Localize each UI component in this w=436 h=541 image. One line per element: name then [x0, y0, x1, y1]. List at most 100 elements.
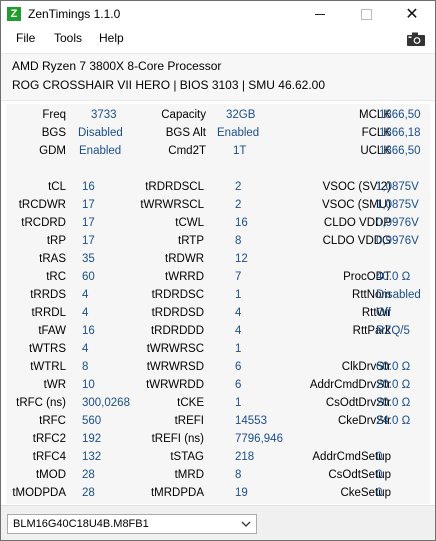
- timing-label: tRFC: [39, 415, 66, 427]
- timing-label: tRFC2: [32, 433, 66, 445]
- bgs-value: Disabled: [78, 127, 123, 139]
- timing-row: tRCDWR 17 tWRWRSCL 2 VSOC (SMU) 1,0875V: [6, 197, 430, 215]
- minimize-icon: [315, 14, 325, 16]
- freq-label: Freq: [42, 109, 66, 121]
- timing-label: ClkDrvStr: [341, 361, 391, 373]
- timing-label: tRRDL: [31, 307, 66, 319]
- timing-label: tRDRDSC: [151, 289, 204, 301]
- fclk-label: FCLK: [361, 127, 391, 139]
- timing-label: tRDRDSD: [151, 307, 204, 319]
- minimize-button[interactable]: [297, 1, 343, 28]
- timing-label: tWRWRSCL: [140, 199, 204, 211]
- timing-label: tCKE: [177, 397, 204, 409]
- timing-label: ProcODT: [343, 271, 391, 283]
- camera-icon: [407, 32, 425, 46]
- timing-label: tCL: [48, 181, 66, 193]
- timing-label: tWRWRSD: [146, 361, 204, 373]
- timing-label: tRFC4: [32, 451, 66, 463]
- window-title: ZenTimings 1.1.0: [28, 7, 121, 21]
- timing-row: tWTRS 4 tWRWRSC 1: [6, 341, 430, 359]
- menu-bar: File Tools Help: [1, 28, 435, 50]
- app-window: Z ZenTimings 1.1.0 ✕ File Tools Help AMD…: [0, 0, 436, 541]
- timing-label: tRDRDDD: [150, 325, 204, 337]
- chevron-down-icon: [241, 516, 251, 535]
- maximize-icon: [360, 9, 372, 21]
- maximize-button[interactable]: [343, 1, 389, 28]
- timing-label: CsOdtDrvStr: [325, 397, 391, 409]
- timing-label: tWTRL: [30, 361, 66, 373]
- info-row: Freq 3733 Capacity 32GB MCLK 1866,50: [6, 107, 430, 125]
- menu-file[interactable]: File: [16, 31, 35, 45]
- timing-row: tRFC (ns) 300,0268 tCKE 1 CsOdtDrvStr 20.0 Ω: [6, 395, 430, 413]
- capacity-label: Capacity: [161, 109, 206, 121]
- system-info-header: AMD Ryzen 7 3800X 8-Core Processor ROG C…: [1, 53, 435, 101]
- timing-value: 24.0 Ω: [376, 415, 411, 427]
- timing-label: tFAW: [38, 325, 66, 337]
- timing-label: tRRDS: [30, 289, 66, 301]
- timing-row: tFAW 16 tRDRDDD 4 RttPark RZQ/5: [6, 323, 430, 341]
- timing-row: tRFC 560 tREFI 14553 CkeDrvStr 24.0 Ω: [6, 413, 430, 431]
- timing-label: tWR: [43, 379, 66, 391]
- uclk-value: 1866,50: [379, 145, 421, 157]
- timing-row: tRRDL 4 tRDRDSD 4 RttWr Off: [6, 305, 430, 323]
- timing-label: AddrCmdDrvStr: [309, 379, 391, 391]
- timing-row: tRP 17 tRTP 8 CLDO VDDG 0,9976V: [6, 233, 430, 251]
- timing-label: tRAS: [39, 253, 66, 265]
- timing-value: 1,0875V: [376, 199, 419, 211]
- fclk-value: 1866,18: [379, 127, 421, 139]
- timing-label: CkeDrvStr: [337, 415, 391, 427]
- info-row: BGS Disabled BGS Alt Enabled FCLK 1866,1…: [6, 125, 430, 143]
- timing-label: tREFI (ns): [151, 433, 204, 445]
- timing-label: tRTP: [178, 235, 204, 247]
- info-row: GDM Enabled Cmd2T 1T UCLK 1866,50: [6, 143, 430, 161]
- timing-label: tRC: [46, 271, 66, 283]
- close-button[interactable]: ✕: [389, 1, 435, 28]
- memory-module-select[interactable]: BLM16G40C18U4B.M8FB1: [7, 514, 257, 534]
- timing-label: tREFI: [174, 415, 204, 427]
- timing-value: 40.0 Ω: [376, 271, 411, 283]
- timing-label: AddrCmdSetup: [312, 451, 391, 463]
- timing-value: 0: [376, 469, 383, 481]
- timing-label: tMRD: [174, 469, 204, 481]
- timings-panel: Freq 3733 Capacity 32GB MCLK 1866,50 BGS…: [6, 104, 430, 504]
- timing-label: tMRDPDA: [150, 487, 204, 499]
- timing-value: 20.0 Ω: [376, 379, 411, 391]
- title-bar[interactable]: Z ZenTimings 1.1.0 ✕: [1, 1, 435, 28]
- cmd2t-label: Cmd2T: [168, 145, 206, 157]
- menu-tools[interactable]: Tools: [54, 31, 82, 45]
- timing-label: tRCDRD: [21, 217, 66, 229]
- timing-label: VSOC (SVI2): [322, 181, 391, 193]
- uclk-label: UCLK: [360, 145, 391, 157]
- timing-label: CkeSetup: [340, 487, 391, 499]
- bgs-label: BGS: [41, 127, 66, 139]
- menu-help[interactable]: Help: [99, 31, 124, 45]
- screenshot-button[interactable]: [406, 31, 426, 47]
- timing-label: tRFC (ns): [16, 397, 66, 409]
- timing-row: tRFC4 132 tSTAG 218 AddrCmdSetup 0: [6, 449, 430, 467]
- timing-value: 20.0 Ω: [376, 397, 411, 409]
- timing-label: RttNom: [352, 289, 391, 301]
- bgs-alt-value: Enabled: [217, 127, 260, 139]
- timing-value: 0: [376, 451, 383, 463]
- timing-value: Disabled: [376, 289, 421, 301]
- timing-value: 0,9976V: [376, 217, 419, 229]
- timing-label: tWRRD: [165, 271, 204, 283]
- timing-label: CLDO VDDP: [323, 217, 391, 229]
- timing-row: tRRDS 4 tRDRDSC 1 RttNom Disabled: [6, 287, 430, 305]
- timing-value: 12: [235, 253, 248, 265]
- timing-row: tCL 16 tRDRDSCL 2 VSOC (SVI2) 1,0875V: [6, 179, 430, 197]
- timing-label: tRDWR: [165, 253, 204, 265]
- timing-value: RZQ/5: [376, 325, 410, 337]
- timing-row: tRC 60 tWRRD 7 ProcODT 40.0 Ω: [6, 269, 430, 287]
- board-info: ROG CROSSHAIR VII HERO | BIOS 3103 | SMU…: [12, 78, 326, 92]
- timing-label: CLDO VDDG: [322, 235, 391, 247]
- mclk-value: 1866,50: [379, 109, 421, 121]
- timing-label: RttWr: [361, 307, 391, 319]
- gdm-label: GDM: [39, 145, 66, 157]
- timing-value: 7796,946: [235, 433, 283, 445]
- timing-label: tMOD: [35, 469, 66, 481]
- gdm-value: Enabled: [79, 145, 122, 157]
- timing-label: tWRWRSC: [146, 343, 204, 355]
- timing-row: tRAS 35 tRDWR 12: [6, 251, 430, 269]
- timing-row: tMOD 28 tMRD 8 CsOdtSetup 0: [6, 467, 430, 485]
